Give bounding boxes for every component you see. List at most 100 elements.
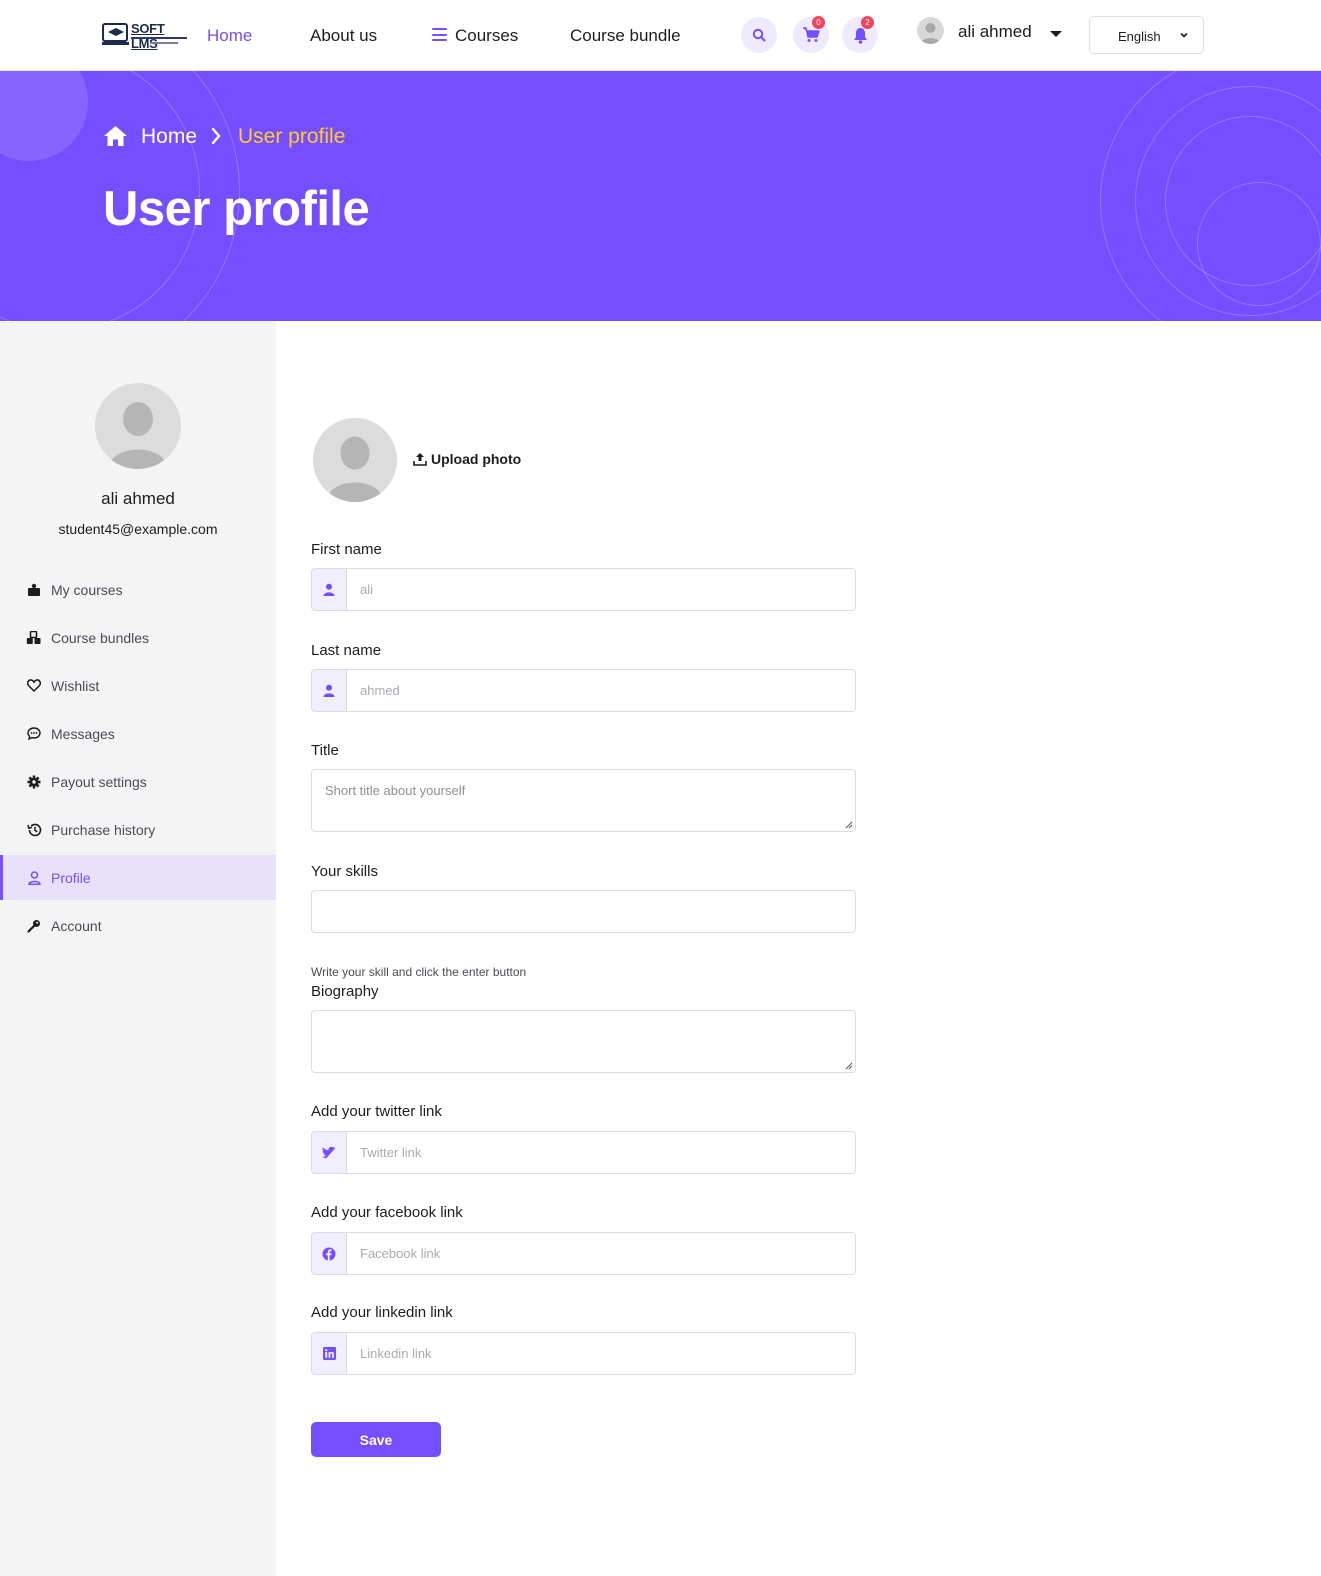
sidebar-item-label: Course bundles bbox=[51, 629, 150, 646]
nav-home[interactable]: Home bbox=[207, 26, 252, 46]
logo-underline bbox=[131, 37, 187, 39]
sidebar-item-wishlist[interactable]: Wishlist bbox=[0, 663, 276, 708]
page-header-banner: Home User profile User profile bbox=[0, 71, 1321, 321]
nav-about[interactable]: About us bbox=[310, 26, 377, 46]
chevron-down-icon bbox=[1180, 32, 1188, 38]
page-title: User profile bbox=[103, 182, 370, 236]
notifications-button[interactable]: 2 bbox=[842, 16, 878, 53]
user-silhouette-icon bbox=[327, 436, 383, 502]
twitter-input[interactable] bbox=[347, 1132, 855, 1173]
home-icon[interactable] bbox=[103, 125, 128, 147]
chat-icon bbox=[25, 725, 43, 743]
profile-sidebar: ali ahmed student45@example.com My cours… bbox=[0, 321, 276, 1576]
profile-photo bbox=[313, 418, 397, 502]
language-select[interactable]: English bbox=[1089, 16, 1204, 54]
facebook-icon bbox=[312, 1233, 347, 1274]
heart-icon bbox=[25, 677, 43, 695]
first-name-field bbox=[311, 568, 856, 611]
sidebar-item-label: My courses bbox=[51, 581, 123, 598]
sidebar-item-course-bundles[interactable]: Course bundles bbox=[0, 615, 276, 660]
history-icon bbox=[25, 821, 43, 839]
logo-mark bbox=[102, 23, 129, 45]
skills-field bbox=[311, 890, 856, 933]
twitter-label: Add your twitter link bbox=[311, 1103, 442, 1120]
twitter-field bbox=[311, 1131, 856, 1174]
cart-icon bbox=[803, 27, 820, 42]
last-name-field bbox=[311, 669, 856, 712]
skills-label: Your skills bbox=[311, 863, 378, 880]
breadcrumb-current: User profile bbox=[238, 125, 346, 148]
biography-label: Biography bbox=[311, 983, 379, 1000]
search-button[interactable] bbox=[741, 17, 777, 53]
resize-handle-icon[interactable] bbox=[845, 1062, 853, 1070]
first-name-label: First name bbox=[311, 541, 382, 558]
linkedin-input[interactable] bbox=[347, 1333, 855, 1374]
gear-icon bbox=[25, 773, 43, 791]
notification-count-badge: 2 bbox=[861, 16, 874, 29]
logo-tagline bbox=[150, 42, 178, 44]
nav-course-bundle[interactable]: Course bundle bbox=[570, 26, 681, 46]
sidebar-item-label: Account bbox=[51, 917, 102, 934]
last-name-label: Last name bbox=[311, 642, 382, 659]
linkedin-field bbox=[311, 1332, 856, 1375]
nav-courses[interactable]: Courses bbox=[455, 26, 518, 46]
sidebar-item-label: Wishlist bbox=[51, 677, 100, 694]
sidebar-item-label: Messages bbox=[51, 725, 115, 742]
cart-count-badge: 0 bbox=[812, 16, 825, 29]
upload-photo-button[interactable]: Upload photo bbox=[413, 451, 521, 467]
title-textarea[interactable] bbox=[312, 770, 855, 831]
sidebar-item-profile[interactable]: Profile bbox=[0, 855, 276, 900]
facebook-input[interactable] bbox=[347, 1233, 855, 1274]
sidebar-item-label: Purchase history bbox=[51, 821, 156, 838]
sidebar-item-payout-settings[interactable]: Payout settings bbox=[0, 759, 276, 804]
title-field bbox=[311, 769, 856, 832]
logo[interactable]: SOFT LMS bbox=[102, 18, 188, 51]
sidebar-item-messages[interactable]: Messages bbox=[0, 711, 276, 756]
facebook-label: Add your facebook link bbox=[311, 1204, 463, 1221]
resize-handle-icon[interactable] bbox=[845, 821, 853, 829]
caret-down-icon[interactable] bbox=[1050, 31, 1062, 37]
courses-icon bbox=[25, 581, 43, 599]
linkedin-icon bbox=[312, 1333, 347, 1374]
user-silhouette-icon bbox=[921, 23, 940, 44]
sidebar-item-my-courses[interactable]: My courses bbox=[0, 567, 276, 612]
menu-icon bbox=[432, 28, 447, 41]
first-name-input[interactable] bbox=[347, 569, 855, 610]
sidebar-user-email: student45@example.com bbox=[58, 521, 218, 537]
bell-icon bbox=[853, 27, 867, 44]
sidebar-item-label: Payout settings bbox=[51, 773, 147, 790]
last-name-input[interactable] bbox=[347, 670, 855, 711]
decorative-ring bbox=[1197, 182, 1321, 306]
sidebar-item-purchase-history[interactable]: Purchase history bbox=[0, 807, 276, 852]
user-menu-name[interactable]: ali ahmed bbox=[958, 22, 1032, 42]
chevron-right-icon bbox=[211, 127, 221, 145]
title-label: Title bbox=[311, 742, 339, 759]
user-silhouette-icon bbox=[109, 402, 167, 469]
search-icon bbox=[752, 28, 766, 42]
avatar[interactable] bbox=[917, 17, 944, 44]
user-icon bbox=[312, 569, 347, 610]
linkedin-label: Add your linkedin link bbox=[311, 1304, 453, 1321]
sidebar-user-name: ali ahmed bbox=[101, 489, 175, 508]
sidebar-item-account[interactable]: Account bbox=[0, 903, 276, 948]
breadcrumb-home[interactable]: Home bbox=[141, 125, 197, 149]
twitter-icon bbox=[312, 1132, 347, 1173]
upload-icon bbox=[413, 453, 427, 466]
skills-input[interactable] bbox=[312, 891, 855, 932]
top-navbar: SOFT LMS Home About us Courses Course bu… bbox=[0, 0, 1321, 71]
cart-button[interactable]: 0 bbox=[793, 16, 829, 53]
biography-textarea[interactable] bbox=[312, 1011, 855, 1072]
language-value: English bbox=[1118, 29, 1161, 44]
sidebar-avatar bbox=[95, 383, 181, 469]
upload-photo-label: Upload photo bbox=[431, 451, 522, 467]
user-icon bbox=[25, 869, 43, 887]
bundles-icon bbox=[25, 629, 43, 647]
biography-field bbox=[311, 1010, 856, 1073]
user-icon bbox=[312, 670, 347, 711]
key-icon bbox=[25, 917, 43, 935]
sidebar-item-label: Profile bbox=[51, 869, 91, 886]
save-button[interactable]: Save bbox=[311, 1422, 441, 1457]
skills-hint: Write your skill and click the enter but… bbox=[311, 965, 527, 979]
logo-text: SOFT LMS bbox=[131, 21, 165, 51]
facebook-field bbox=[311, 1232, 856, 1275]
